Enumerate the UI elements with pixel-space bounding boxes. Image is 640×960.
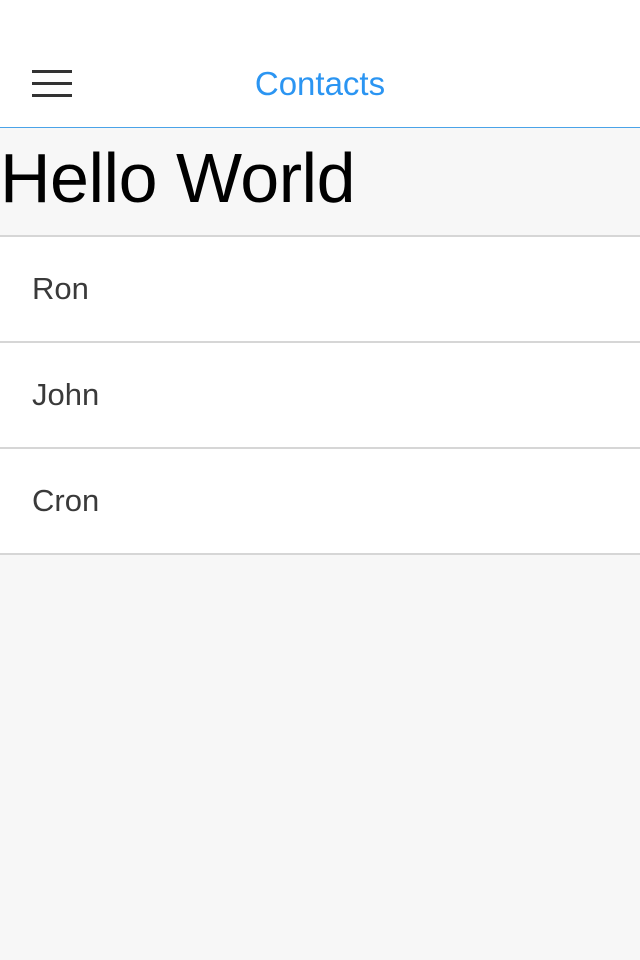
app-screen: Contacts Hello World Ron John Cron [0,0,640,960]
hamburger-menu-icon-bar-bottom [32,94,72,97]
contact-item-john[interactable]: John [0,343,640,449]
hamburger-menu-icon-bar-top [32,70,72,73]
hamburger-menu-icon-bar-middle [32,82,72,85]
contact-name: Ron [32,271,89,306]
menu-button[interactable] [30,68,74,100]
nav-title: Contacts [254,65,386,102]
contact-item-ron[interactable]: Ron [0,237,640,343]
contact-list: Ron John Cron [0,235,640,555]
contact-name: John [32,377,100,412]
contact-name: Cron [32,483,100,518]
contact-item-cron[interactable]: Cron [0,449,640,555]
page-heading: Hello World [0,139,356,217]
navigation-bar: Contacts [0,0,640,128]
heading-area: Hello World [0,128,640,235]
